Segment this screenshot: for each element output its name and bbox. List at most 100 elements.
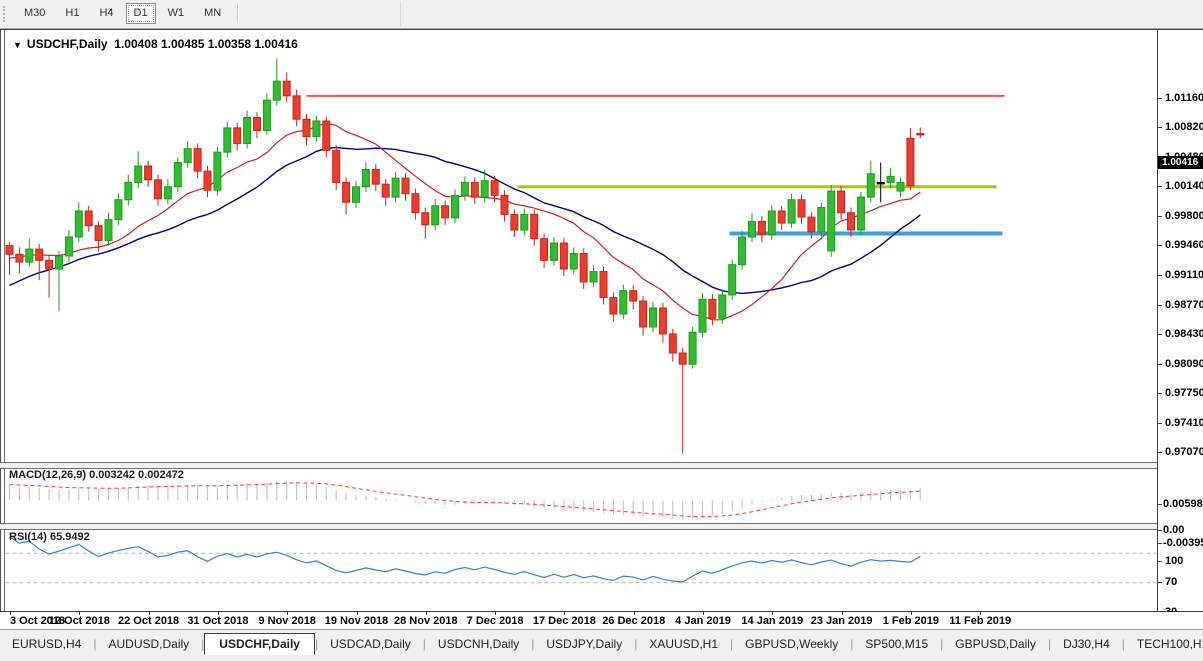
price-axis-label: 0.97750 (1165, 387, 1203, 399)
chart-window: ▼USDCHF,Daily 1.00408 1.00485 1.00358 1.… (0, 29, 1203, 630)
candle-body (541, 239, 548, 261)
timeframe-button-m30[interactable]: M30 (16, 3, 53, 24)
chart-tab-usdjpy[interactable]: USDJPY,Daily (534, 634, 634, 654)
price-axis-label: 0.99460 (1165, 239, 1203, 251)
rsi-panel-canvas[interactable] (5, 529, 1157, 610)
candle-body (570, 253, 577, 269)
price-axis-tick (1158, 275, 1162, 276)
candle-body (382, 184, 389, 197)
candle-body (620, 291, 627, 314)
price-axis-tick (1158, 452, 1162, 453)
date-axis-tick (980, 612, 981, 615)
price-axis[interactable]: 1.011601.008201.004801.001400.998000.994… (1158, 30, 1203, 611)
candle-body (36, 249, 43, 260)
price-axis-tick (1158, 305, 1162, 306)
candle-body (432, 206, 439, 225)
chart-tab-bar: EURUSD,H4|AUDUSD,Daily|USDCHF,Daily|USDC… (0, 629, 1203, 661)
candle-body (659, 308, 666, 334)
timeframe-toolbar: M30H1H4D1W1MN (0, 0, 1203, 29)
candle-body (125, 182, 132, 199)
candle-body (402, 178, 409, 194)
chart-tab-usdcad[interactable]: USDCAD,Daily (318, 634, 423, 654)
macd-signal-line (10, 483, 921, 517)
candle-body (323, 121, 330, 150)
chart-tab-tech100[interactable]: TECH100,H1 (1125, 634, 1203, 654)
candle-body (501, 195, 508, 214)
price-axis-label: 0.99110 (1165, 269, 1203, 281)
candle-body (194, 149, 201, 172)
candle-body (442, 206, 449, 218)
chart-tab-eurusd[interactable]: EURUSD,H4 (0, 634, 93, 654)
candle-body (372, 169, 379, 184)
timeframe-button-mn[interactable]: MN (196, 3, 229, 24)
candle-body (600, 272, 607, 298)
candle-body (610, 298, 617, 314)
date-axis-tick (426, 612, 427, 615)
date-axis-label: 9 Nov 2018 (258, 615, 315, 627)
candle-body (293, 96, 300, 119)
candle-body (650, 308, 657, 327)
candle-body (46, 260, 53, 269)
candle-body (155, 180, 162, 199)
date-axis-tick (703, 612, 704, 615)
chart-tab-gbpusd[interactable]: GBPUSD,Weekly (733, 634, 850, 654)
candle-body (531, 214, 538, 238)
chart-dropdown-icon[interactable]: ▼ (13, 40, 22, 50)
candle-body (669, 334, 676, 353)
price-axis-label: 0.98430 (1165, 328, 1203, 340)
date-axis-label: 31 Oct 2018 (187, 615, 248, 627)
date-axis-label: 7 Dec 2018 (467, 615, 524, 627)
candle-body (739, 237, 746, 265)
chart-tab-usdcnh[interactable]: USDCNH,Daily (426, 634, 531, 654)
candle-body (778, 211, 785, 223)
macd-axis-label: 0.00 (1163, 524, 1184, 536)
timeframe-button-d1[interactable]: D1 (126, 3, 156, 24)
timeframe-button-h4[interactable]: H4 (91, 3, 121, 24)
price-axis-tick (1158, 186, 1162, 187)
date-axis-tick (495, 612, 496, 615)
candle-body (560, 243, 567, 269)
price-axis-label: 1.00820 (1165, 121, 1203, 133)
candle-body (838, 191, 845, 213)
price-axis-tick (1158, 423, 1162, 424)
candle-body (115, 200, 122, 220)
candle-body (551, 243, 558, 260)
chart-symbol-label: USDCHF,Daily (27, 37, 108, 51)
date-axis-label: 26 Dec 2018 (602, 615, 665, 627)
chart-tab-gbpusd[interactable]: GBPUSD,Daily (943, 634, 1048, 654)
rsi-axis-label: 70 (1165, 576, 1177, 588)
chart-tab-dj30[interactable]: DJ30,H4 (1051, 634, 1122, 654)
panel-separator-rsi[interactable] (0, 523, 1203, 530)
date-axis-tick (149, 612, 150, 615)
panel-separator-macd[interactable] (0, 462, 1203, 469)
date-axis-tick (287, 612, 288, 615)
chart-tab-xauusd[interactable]: XAUUSD,H1 (637, 634, 730, 654)
candle-body (679, 353, 686, 364)
date-axis-tick (218, 612, 219, 615)
candle-body (85, 211, 92, 226)
candle-body (481, 181, 488, 197)
candle-body (263, 100, 270, 130)
timeframe-strip: M30H1H4D1W1MN (0, 1, 401, 26)
date-axis[interactable]: 3 Oct 201812 Oct 201822 Oct 201831 Oct 2… (0, 612, 1203, 630)
candle-body (689, 332, 696, 364)
candle-body (828, 191, 835, 251)
candle-body (333, 150, 340, 182)
chart-tab-usdchf[interactable]: USDCHF,Daily (204, 633, 315, 655)
macd-axis-tick (1158, 543, 1162, 544)
toolbar-grip-handle[interactable] (3, 6, 9, 22)
date-axis-tick (842, 612, 843, 615)
rsi-axis-tick (1158, 561, 1162, 562)
price-chart-canvas[interactable] (5, 32, 1157, 461)
price-axis-tick (1158, 334, 1162, 335)
chart-tab-audusd[interactable]: AUDUSD,Daily (96, 634, 201, 654)
date-axis-label: 14 Jan 2019 (741, 615, 803, 627)
candle-body (56, 256, 63, 269)
timeframe-button-h1[interactable]: H1 (57, 3, 87, 24)
candle-body (808, 217, 815, 232)
timeframe-button-w1[interactable]: W1 (160, 3, 193, 24)
macd-axis-label: -0.003954 (1163, 537, 1203, 549)
hline-layer (307, 96, 1005, 234)
chart-tab-sp500[interactable]: SP500,M15 (853, 634, 940, 654)
candle-body (452, 195, 459, 218)
